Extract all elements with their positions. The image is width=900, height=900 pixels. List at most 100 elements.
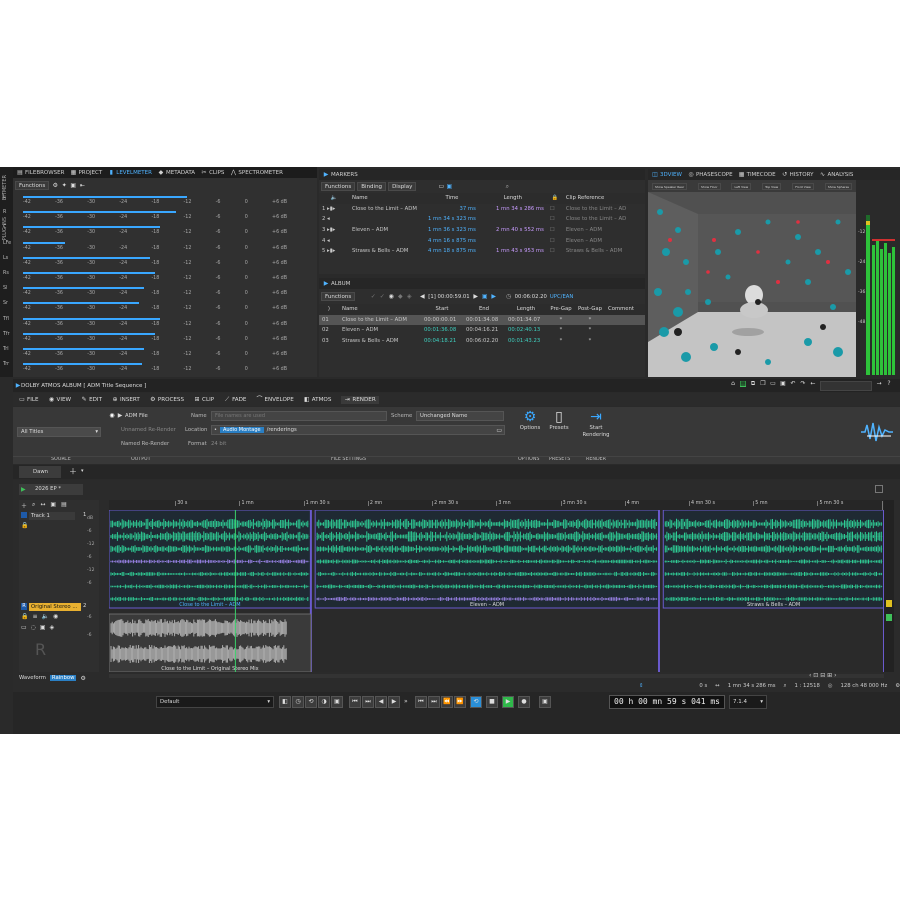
album-col-length[interactable]: Length [505,304,547,315]
ribbon-tab-process[interactable]: ⚙ PROCESS [150,396,184,403]
track1-mode-icon[interactable] [21,512,27,518]
tab-timecode[interactable]: ▦ TIMECODE [739,171,776,178]
maximize-icon[interactable] [875,485,883,493]
front-view-button[interactable]: Front View [792,183,814,190]
lock-icon[interactable]: 🔒 [21,522,28,529]
album-col-postgap[interactable]: Post-Gap [575,304,605,315]
collapse-icon[interactable]: ⇤ [79,182,85,189]
workspace-preset-dropdown[interactable]: Default ▾ [156,696,274,708]
zoom-controls[interactable]: ‹ ⊡ ⊟ ⊞ › [809,672,837,679]
time-ruler[interactable]: 30 s 1 mn 1 mn 30 s 2 mn 2 mn 30 s 3 mn 3 mn 3… [109,500,891,511]
ribbon-tab-envelope[interactable]: ⌒ ENVELOPE [256,396,293,403]
horizontal-scrollbar[interactable] [109,674,884,678]
doc-menu-icon[interactable]: ▾ [81,468,84,474]
tab-history[interactable]: ↺ HISTORY [782,171,813,178]
go-start-icon[interactable]: ⏮ [415,696,427,708]
album-row[interactable]: 02 Eleven – ADM 00:01:36.08 00:04:16.21 00:0… [319,325,645,336]
fx-icon[interactable]: ◈ [50,624,55,631]
scrub-icon[interactable]: ▣ [331,696,343,708]
marker-mode-icon[interactable]: ▣ [446,183,453,190]
ribbon-tab-file[interactable]: ▭ FILE [19,396,38,403]
gear-icon[interactable]: ⚙ [80,675,85,682]
track2-mode-icon[interactable]: R [21,603,27,610]
check-all-icon[interactable]: ✓ [379,293,385,300]
options-button[interactable]: ⚙ Options [518,409,542,453]
cycle-icon[interactable]: ⟲ [470,696,482,708]
ribbon-tab-insert[interactable]: ⊕ INSERT [112,396,139,403]
gear-icon[interactable]: ⚙ [52,182,58,189]
settings-icon[interactable]: ◈ [406,293,412,300]
tab-project[interactable]: ▦ PROJECT [70,169,103,176]
record-icon[interactable]: ◉ [53,613,58,620]
marker-row[interactable]: 5 ▸▮▸ Straws & Bells – ADM 4 mn 18 s 875 m… [319,246,645,257]
tab-metadata[interactable]: ◆ METADATA [158,169,195,176]
add-doc-icon[interactable]: ＋ [69,466,77,477]
plugin-icon[interactable]: ▭ [21,624,27,631]
clock-icon[interactable]: ◷ [292,696,304,708]
play-prev-icon[interactable]: ◀ [419,293,425,300]
ribbon-tab-clip[interactable]: ⊞ CLIP [194,396,215,403]
lock-icon[interactable]: 🔒 [21,613,28,620]
scheme-dropdown[interactable]: Unchanged Name [416,411,504,421]
check-icon[interactable]: ✓ [370,293,376,300]
location-tag[interactable]: Audio Montage [219,427,264,433]
solo-icon[interactable]: ◌ [31,624,36,631]
marker-row[interactable]: 4 ◂ 4 mn 16 s 875 ms ☐ Eleven – ADM [319,235,645,246]
track-area[interactable]: Close to the Limit – ADM Close to the Lim… [109,510,884,672]
home-icon[interactable]: ⌂ [730,381,736,387]
album-row[interactable]: 01 Close to the Limit – ADM 00:00:00.01 00:… [319,314,645,326]
output-named-option[interactable]: Named Re-Render [121,441,169,447]
loop-icon[interactable]: ⟲ [305,696,317,708]
more-icon[interactable]: » [404,698,408,705]
time-display[interactable]: 00 h 00 mn 59 s 041 ms [609,695,725,709]
markers-display-button[interactable]: Display [388,182,417,191]
tab-spectrometer[interactable]: ⋀ SPECTROMETER [230,169,283,176]
start-rendering-button[interactable]: ⇥ Start Rendering [578,409,614,455]
top-view-button[interactable]: Top View [762,183,782,190]
album-col-start[interactable]: Start [421,304,463,315]
ribbon-tab-atmos[interactable]: ◧ ATMOS [304,396,331,403]
search-icon[interactable]: ⌕ [504,183,510,190]
copy-icon[interactable]: ❐ [760,381,766,387]
tab-filebrowser[interactable]: ▤ FILEBROWSER [17,169,64,176]
speaker-icon[interactable]: 🔈 [42,613,49,620]
col-length[interactable]: Length [478,193,547,204]
play-album-icon[interactable]: ▶ [491,293,497,300]
play-next-icon[interactable]: ▶ [473,293,479,300]
go-end-icon[interactable]: ⏭ [428,696,440,708]
resize-icon[interactable]: ↔ [40,501,45,510]
back-icon[interactable]: ← [810,381,816,387]
col-clipref[interactable]: Clip Reference [562,193,645,204]
forward-icon[interactable]: → [876,381,882,387]
history-dropdown[interactable] [820,381,872,391]
tag-icon[interactable]: ◆ [397,293,403,300]
snap-icon[interactable]: ⧉ [750,381,756,387]
tab-phasescope[interactable]: ◎ PHASESCOPE [688,171,732,178]
waveform-mode[interactable]: Waveform [19,675,46,681]
undo-icon[interactable]: ↶ [790,381,796,387]
show-floor-button[interactable]: Show Floor [698,183,721,190]
fast-forward-icon[interactable]: ⏩ [454,696,466,708]
eq-icon[interactable]: ≡ [32,613,37,620]
channel-config-dropdown[interactable]: 7.1.4 ▾ [729,695,767,709]
levelmeter-functions-button[interactable]: Functions [15,181,50,190]
tab-levelmeter[interactable]: ▮ LEVELMETER [108,169,152,176]
output-adm-option[interactable]: ◉ ▶ ADM File [109,413,147,420]
album-col-pregap[interactable]: Pre-Gap [547,304,575,315]
play-icon[interactable]: ▶ [502,696,514,708]
mute-icon[interactable]: ▣ [40,624,46,631]
rainbow-mode[interactable]: Rainbow [49,675,77,681]
record-icon[interactable]: ● [518,696,530,708]
marker-row[interactable]: 2 ◂ 1 mn 34 s 323 ms ☐ Close to the Limit –… [319,214,645,225]
help-icon[interactable]: ? [886,381,892,387]
stop-icon[interactable]: ■ [486,696,498,708]
marker-row[interactable]: 3 ▸▮▸ Eleven – ADM 1 mn 36 s 323 ms 2 mn 40… [319,225,645,236]
tab-3dview[interactable]: ◫ 3DVIEW [652,171,682,178]
col-time[interactable]: Time [425,193,479,204]
upc-button[interactable]: UPC/EAN [550,294,574,300]
col-name[interactable]: Name [349,193,425,204]
ribbon-tab-render[interactable]: ⇥ RENDER [341,395,379,404]
save-icon[interactable]: ▭ [770,381,776,387]
album-col-end[interactable]: End [463,304,505,315]
output-unnamed-option[interactable]: Unnamed Re-Render [121,427,176,433]
